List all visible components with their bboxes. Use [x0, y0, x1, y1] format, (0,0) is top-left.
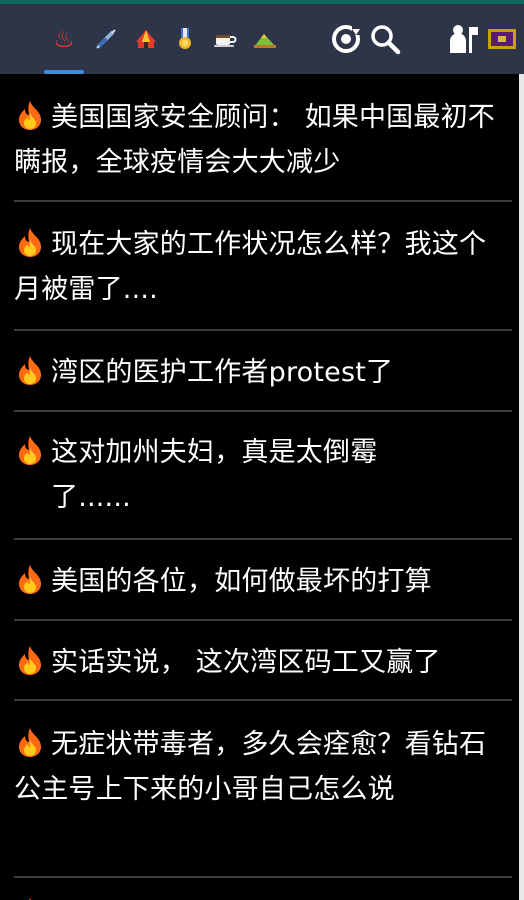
list-item[interactable]: 美国的各位，如何做最坏的打算 — [14, 559, 512, 604]
tab-medal[interactable] — [168, 4, 202, 74]
list-item[interactable]: 这对加州夫妇，真是太倒霉了...... — [14, 430, 512, 520]
post-title: 湾区的医护工作者protest了 — [51, 357, 394, 388]
list-divider — [14, 699, 512, 701]
list-item[interactable]: 湾区的医护工作者protest了 — [14, 350, 512, 395]
tab-hill[interactable] — [246, 4, 284, 74]
circus-tent-icon — [136, 30, 156, 48]
refresh-icon — [332, 25, 362, 53]
list-divider — [14, 200, 512, 202]
post-title: 现在大家的工作状况怎么样？我这个月被雷了.... — [14, 229, 487, 305]
scroll-edge — [519, 74, 524, 900]
search-button[interactable] — [366, 4, 404, 74]
hill-icon — [254, 34, 276, 48]
list-item[interactable]: 实话实说， 这次湾区码工又赢了 — [14, 640, 512, 685]
hot-fire-icon — [14, 644, 47, 676]
post-list: 美国国家安全顾问： 如果中国最初不瞒报，全球疫情会大大减少 现在大家的工作状况怎… — [0, 74, 524, 900]
post-title: 这对加州夫妇，真是太倒霉了...... — [51, 437, 378, 513]
medal-icon — [179, 28, 191, 49]
hot-fire-icon — [14, 896, 47, 900]
flag-icon — [488, 29, 516, 49]
hot-fire-icon — [14, 226, 47, 258]
list-item[interactable]: 无症状带毒者，多久会痊愈？看钻石公主号上下来的小哥自己怎么说 — [14, 722, 512, 812]
hot-fire-icon — [14, 434, 47, 466]
search-icon — [371, 25, 401, 55]
list-divider — [14, 876, 512, 878]
list-divider — [14, 619, 512, 621]
tab-circus[interactable] — [128, 4, 164, 74]
hot-fire-icon — [14, 726, 47, 758]
coffee-icon — [214, 35, 237, 47]
list-item-partial[interactable] — [14, 892, 512, 900]
user-settings-button[interactable] — [444, 4, 482, 74]
post-title: 美国国家安全顾问： 如果中国最初不瞒报，全球疫情会大大减少 — [14, 102, 495, 178]
post-title: 无症状带毒者，多久会痊愈？看钻石公主号上下来的小哥自己怎么说 — [14, 729, 487, 805]
post-title: 实话实说， 这次湾区码工又赢了 — [51, 647, 441, 678]
refresh-button[interactable] — [328, 4, 364, 74]
hot-fire-icon — [14, 563, 47, 595]
flag-button[interactable] — [484, 4, 520, 74]
list-divider — [14, 329, 512, 331]
tab-medical[interactable] — [88, 4, 124, 74]
syringe-icon — [96, 29, 116, 49]
list-item[interactable]: 现在大家的工作状况怎么样？我这个月被雷了.... — [14, 222, 512, 312]
tab-coffee[interactable] — [206, 4, 244, 74]
app-screen: ♨ 美国国家安全顾问： 如果中国最初不瞒报，全球疫情会大大减少 现在大家的工作状… — [0, 0, 524, 900]
hot-fire-icon — [14, 354, 47, 386]
hot-fire-icon — [14, 99, 47, 131]
list-divider — [14, 538, 512, 540]
post-title: 美国的各位，如何做最坏的打算 — [51, 566, 432, 597]
hot-springs-icon: ♨ — [53, 25, 75, 53]
tab-hot[interactable]: ♨ — [44, 4, 84, 74]
top-toolbar: ♨ — [0, 4, 524, 74]
user-settings-icon — [450, 25, 478, 53]
list-divider — [14, 410, 512, 412]
list-item[interactable]: 美国国家安全顾问： 如果中国最初不瞒报，全球疫情会大大减少 — [14, 95, 512, 185]
